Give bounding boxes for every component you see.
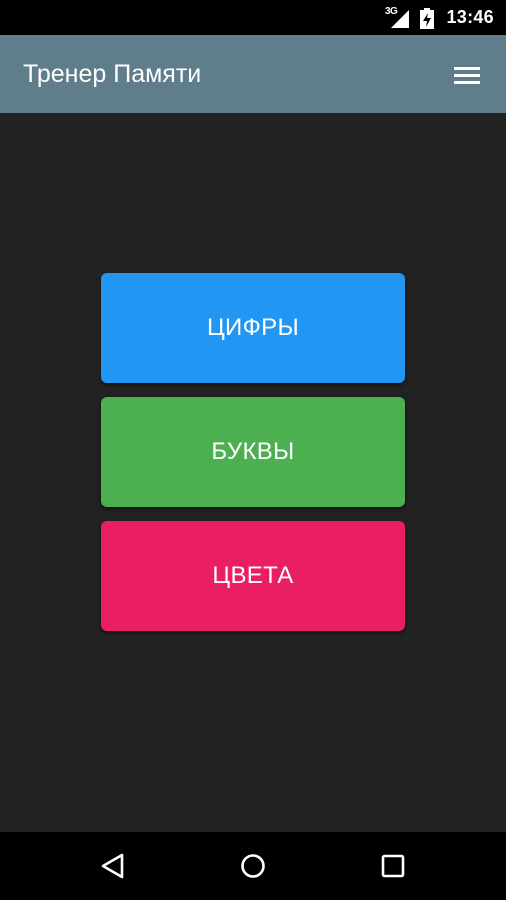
app-title: Тренер Памяти	[23, 60, 202, 88]
colors-button[interactable]: ЦВЕТА	[101, 521, 405, 631]
signal-icon	[391, 10, 409, 28]
navigation-bar	[0, 832, 506, 900]
menu-button[interactable]	[445, 55, 489, 95]
status-bar: 3G 13:46	[0, 0, 506, 35]
letters-button-label: БУКВЫ	[211, 438, 295, 465]
screen: 3G 13:46 Тренер Памяти ЦИФРЫ БУКВЫ ЦВЕТА	[0, 0, 506, 900]
digits-button[interactable]: ЦИФРЫ	[101, 273, 405, 383]
back-icon[interactable]	[99, 852, 127, 880]
battery-charging-icon	[420, 8, 434, 29]
home-icon[interactable]	[239, 852, 267, 880]
colors-button-label: ЦВЕТА	[212, 562, 294, 589]
main-content: ЦИФРЫ БУКВЫ ЦВЕТА	[0, 113, 506, 832]
status-time: 13:46	[446, 7, 494, 27]
digits-button-label: ЦИФРЫ	[206, 314, 299, 341]
recents-icon[interactable]	[379, 852, 407, 880]
app-bar: Тренер Памяти	[0, 35, 506, 113]
letters-button[interactable]: БУКВЫ	[101, 397, 405, 507]
